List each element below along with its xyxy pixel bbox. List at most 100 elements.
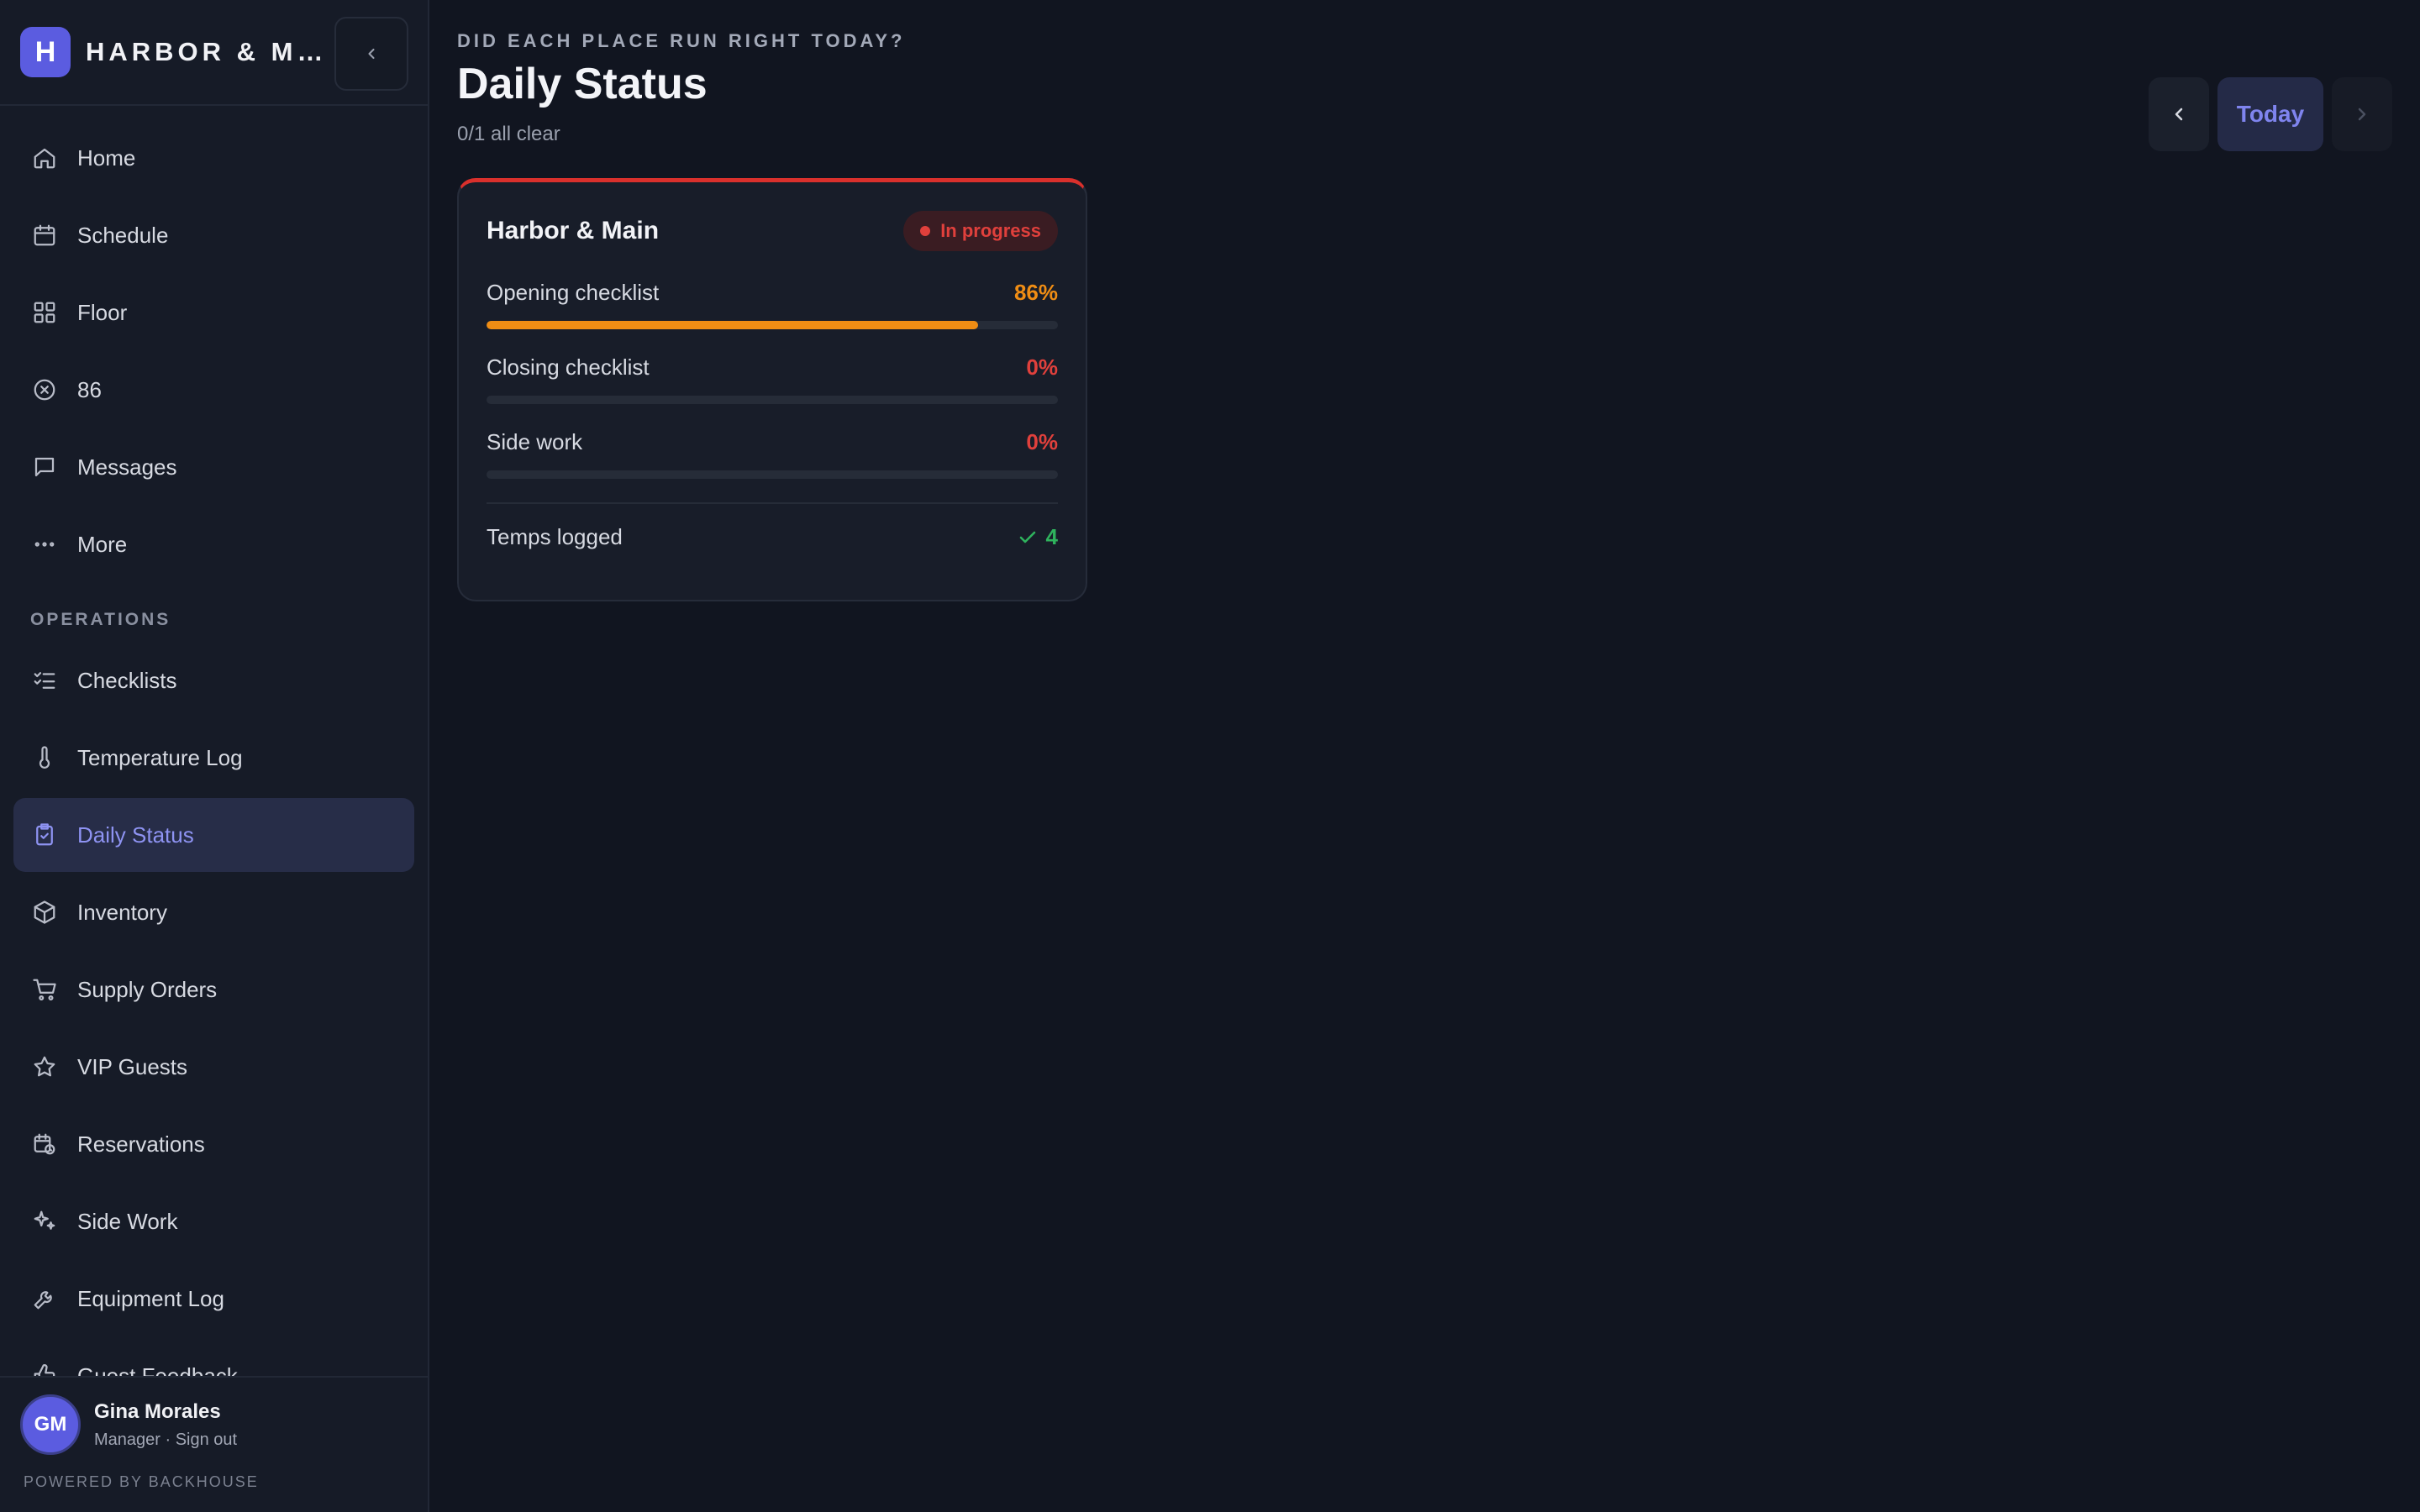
calendar-icon [34, 224, 55, 246]
x-circle-icon [34, 379, 55, 401]
location-name: Harbor & Main [487, 217, 660, 244]
sidebar-item-reservations[interactable]: Reservations [13, 1107, 414, 1181]
nav-icon-wrap [30, 221, 59, 249]
brand-name[interactable]: HARBOR & MAIN [86, 37, 329, 67]
message-icon [34, 457, 55, 477]
powered-by: POWERED BY BACKHOUSE [24, 1473, 259, 1490]
nav-icon-wrap [30, 666, 59, 695]
avatar[interactable]: GM [20, 1394, 81, 1455]
sidebar-item-equipment-log[interactable]: Equipment Log [13, 1262, 414, 1336]
sidebar-item-floor[interactable]: Floor [13, 276, 414, 349]
nav-icon-wrap [30, 975, 59, 1004]
card-header: Harbor & Main In progress [487, 207, 1058, 255]
next-day-button[interactable] [2332, 77, 2392, 151]
brand-logo[interactable]: H [20, 27, 71, 77]
nav-icon-wrap [30, 1207, 59, 1236]
progress-value: 0% [1026, 354, 1058, 380]
temps-value: 4 [1018, 524, 1058, 550]
sidebar-item-label: Daily Status [77, 822, 194, 848]
card-divider [487, 502, 1058, 504]
primary-nav: Home Schedule Floor 86 Messages More [0, 106, 428, 585]
status-badge-label: In progress [940, 220, 1041, 241]
progress-bar [487, 470, 1058, 479]
sidebar-item-inventory[interactable]: Inventory [13, 875, 414, 949]
app: H HARBOR & MAIN Home Schedule Floor 86 Messa… [0, 0, 2420, 1512]
sidebar-header: H HARBOR & MAIN [0, 0, 428, 106]
progress-label: Side work [487, 429, 583, 454]
user-name: Gina Morales [94, 1399, 221, 1423]
sidebar-item-checklists[interactable]: Checklists [13, 643, 414, 717]
sidebar-item-label: Reservations [77, 1131, 205, 1157]
today-button[interactable]: Today [2217, 77, 2323, 151]
operations-nav: Checklists Temperature Log Daily Status Inv… [0, 643, 428, 1416]
sidebar-item-label: Supply Orders [77, 976, 218, 1002]
sidebar-item-label: Checklists [77, 667, 177, 693]
cart-icon [33, 979, 56, 1000]
sidebar-item-messages[interactable]: Messages [13, 430, 414, 504]
sidebar-item-label: More [77, 531, 128, 557]
status-badge: In progress [903, 211, 1058, 251]
star-icon [34, 1056, 55, 1077]
sidebar-item-temperature-log[interactable]: Temperature Log [13, 721, 414, 795]
sidebar-item-vip-guests[interactable]: VIP Guests [13, 1030, 414, 1104]
nav-icon-wrap [30, 743, 59, 772]
clipboard-check-icon [36, 823, 53, 846]
nav-icon-wrap [30, 375, 59, 404]
sidebar-item-label: VIP Guests [77, 1053, 188, 1079]
temps-label: Temps logged [487, 524, 623, 549]
previous-day-button[interactable] [2149, 77, 2209, 151]
chevron-right-icon [2358, 108, 2366, 121]
box-icon [34, 900, 55, 924]
collapse-sidebar-button[interactable] [334, 17, 408, 91]
sidebar-item-86[interactable]: 86 [13, 353, 414, 427]
progress-label: Closing checklist [487, 354, 650, 380]
sidebar-item-label: Messages [77, 454, 177, 480]
sidebar-item-label: Home [77, 144, 136, 171]
page-subtitle: 0/1 all clear [457, 123, 560, 145]
progress-bar [487, 396, 1058, 404]
progress-row-header: Side work 0% [487, 429, 1058, 455]
user-role-signout[interactable]: Manager · Sign out [94, 1431, 237, 1450]
progress-value: 0% [1026, 429, 1058, 454]
sidebar-item-schedule[interactable]: Schedule [13, 198, 414, 272]
page-title: Daily Status [457, 60, 708, 108]
page-eyebrow: DID EACH PLACE RUN RIGHT TODAY? [457, 30, 906, 51]
nav-icon-wrap [30, 898, 59, 927]
nav-icon-wrap [30, 1053, 59, 1081]
sidebar-item-label: Side Work [77, 1208, 178, 1234]
progress-bar-fill [487, 321, 978, 329]
nav-icon-wrap [30, 821, 59, 849]
sidebar-item-daily-status[interactable]: Daily Status [13, 798, 414, 872]
more-icon [34, 542, 55, 547]
user-info: Gina Morales Manager · Sign out [94, 1400, 237, 1450]
sidebar-item-supply-orders[interactable]: Supply Orders [13, 953, 414, 1026]
sidebar-item-home[interactable]: Home [13, 121, 414, 195]
main-content: DID EACH PLACE RUN RIGHT TODAY? Daily St… [429, 0, 2420, 1512]
sidebar-item-label: Schedule [77, 222, 169, 248]
chevron-left-icon [368, 48, 375, 60]
progress-row: Opening checklist 86% [487, 280, 1058, 329]
nav-icon-wrap [30, 1130, 59, 1158]
sidebar-item-side-work[interactable]: Side Work [13, 1184, 414, 1258]
sidebar-item-label: Floor [77, 299, 128, 325]
sparkles-icon [34, 1210, 55, 1230]
calendar-clock-icon [34, 1133, 55, 1155]
nav-icon-wrap [30, 530, 59, 559]
sidebar-item-label: Inventory [77, 899, 167, 925]
temps-row: Temps logged 4 [487, 524, 1058, 550]
user-profile: GM Gina Morales Manager · Sign out [0, 1378, 428, 1455]
home-icon [34, 148, 55, 169]
progress-rows: Opening checklist 86% Closing checklist 0% S… [487, 280, 1058, 479]
nav-icon-wrap [30, 1284, 59, 1313]
wrench-icon [34, 1291, 52, 1310]
section-label-operations: OPERATIONS [30, 610, 171, 629]
progress-label: Opening checklist [487, 280, 660, 305]
checklist-icon [34, 672, 55, 689]
sidebar-item-more[interactable]: More [13, 507, 414, 581]
thermometer-icon [39, 746, 50, 769]
temps-count: 4 [1045, 524, 1058, 549]
location-status-card[interactable]: Harbor & Main In progress Opening checkl… [457, 178, 1087, 601]
progress-row-header: Opening checklist 86% [487, 280, 1058, 306]
status-dot-icon [920, 226, 931, 236]
nav-icon-wrap [30, 144, 59, 172]
